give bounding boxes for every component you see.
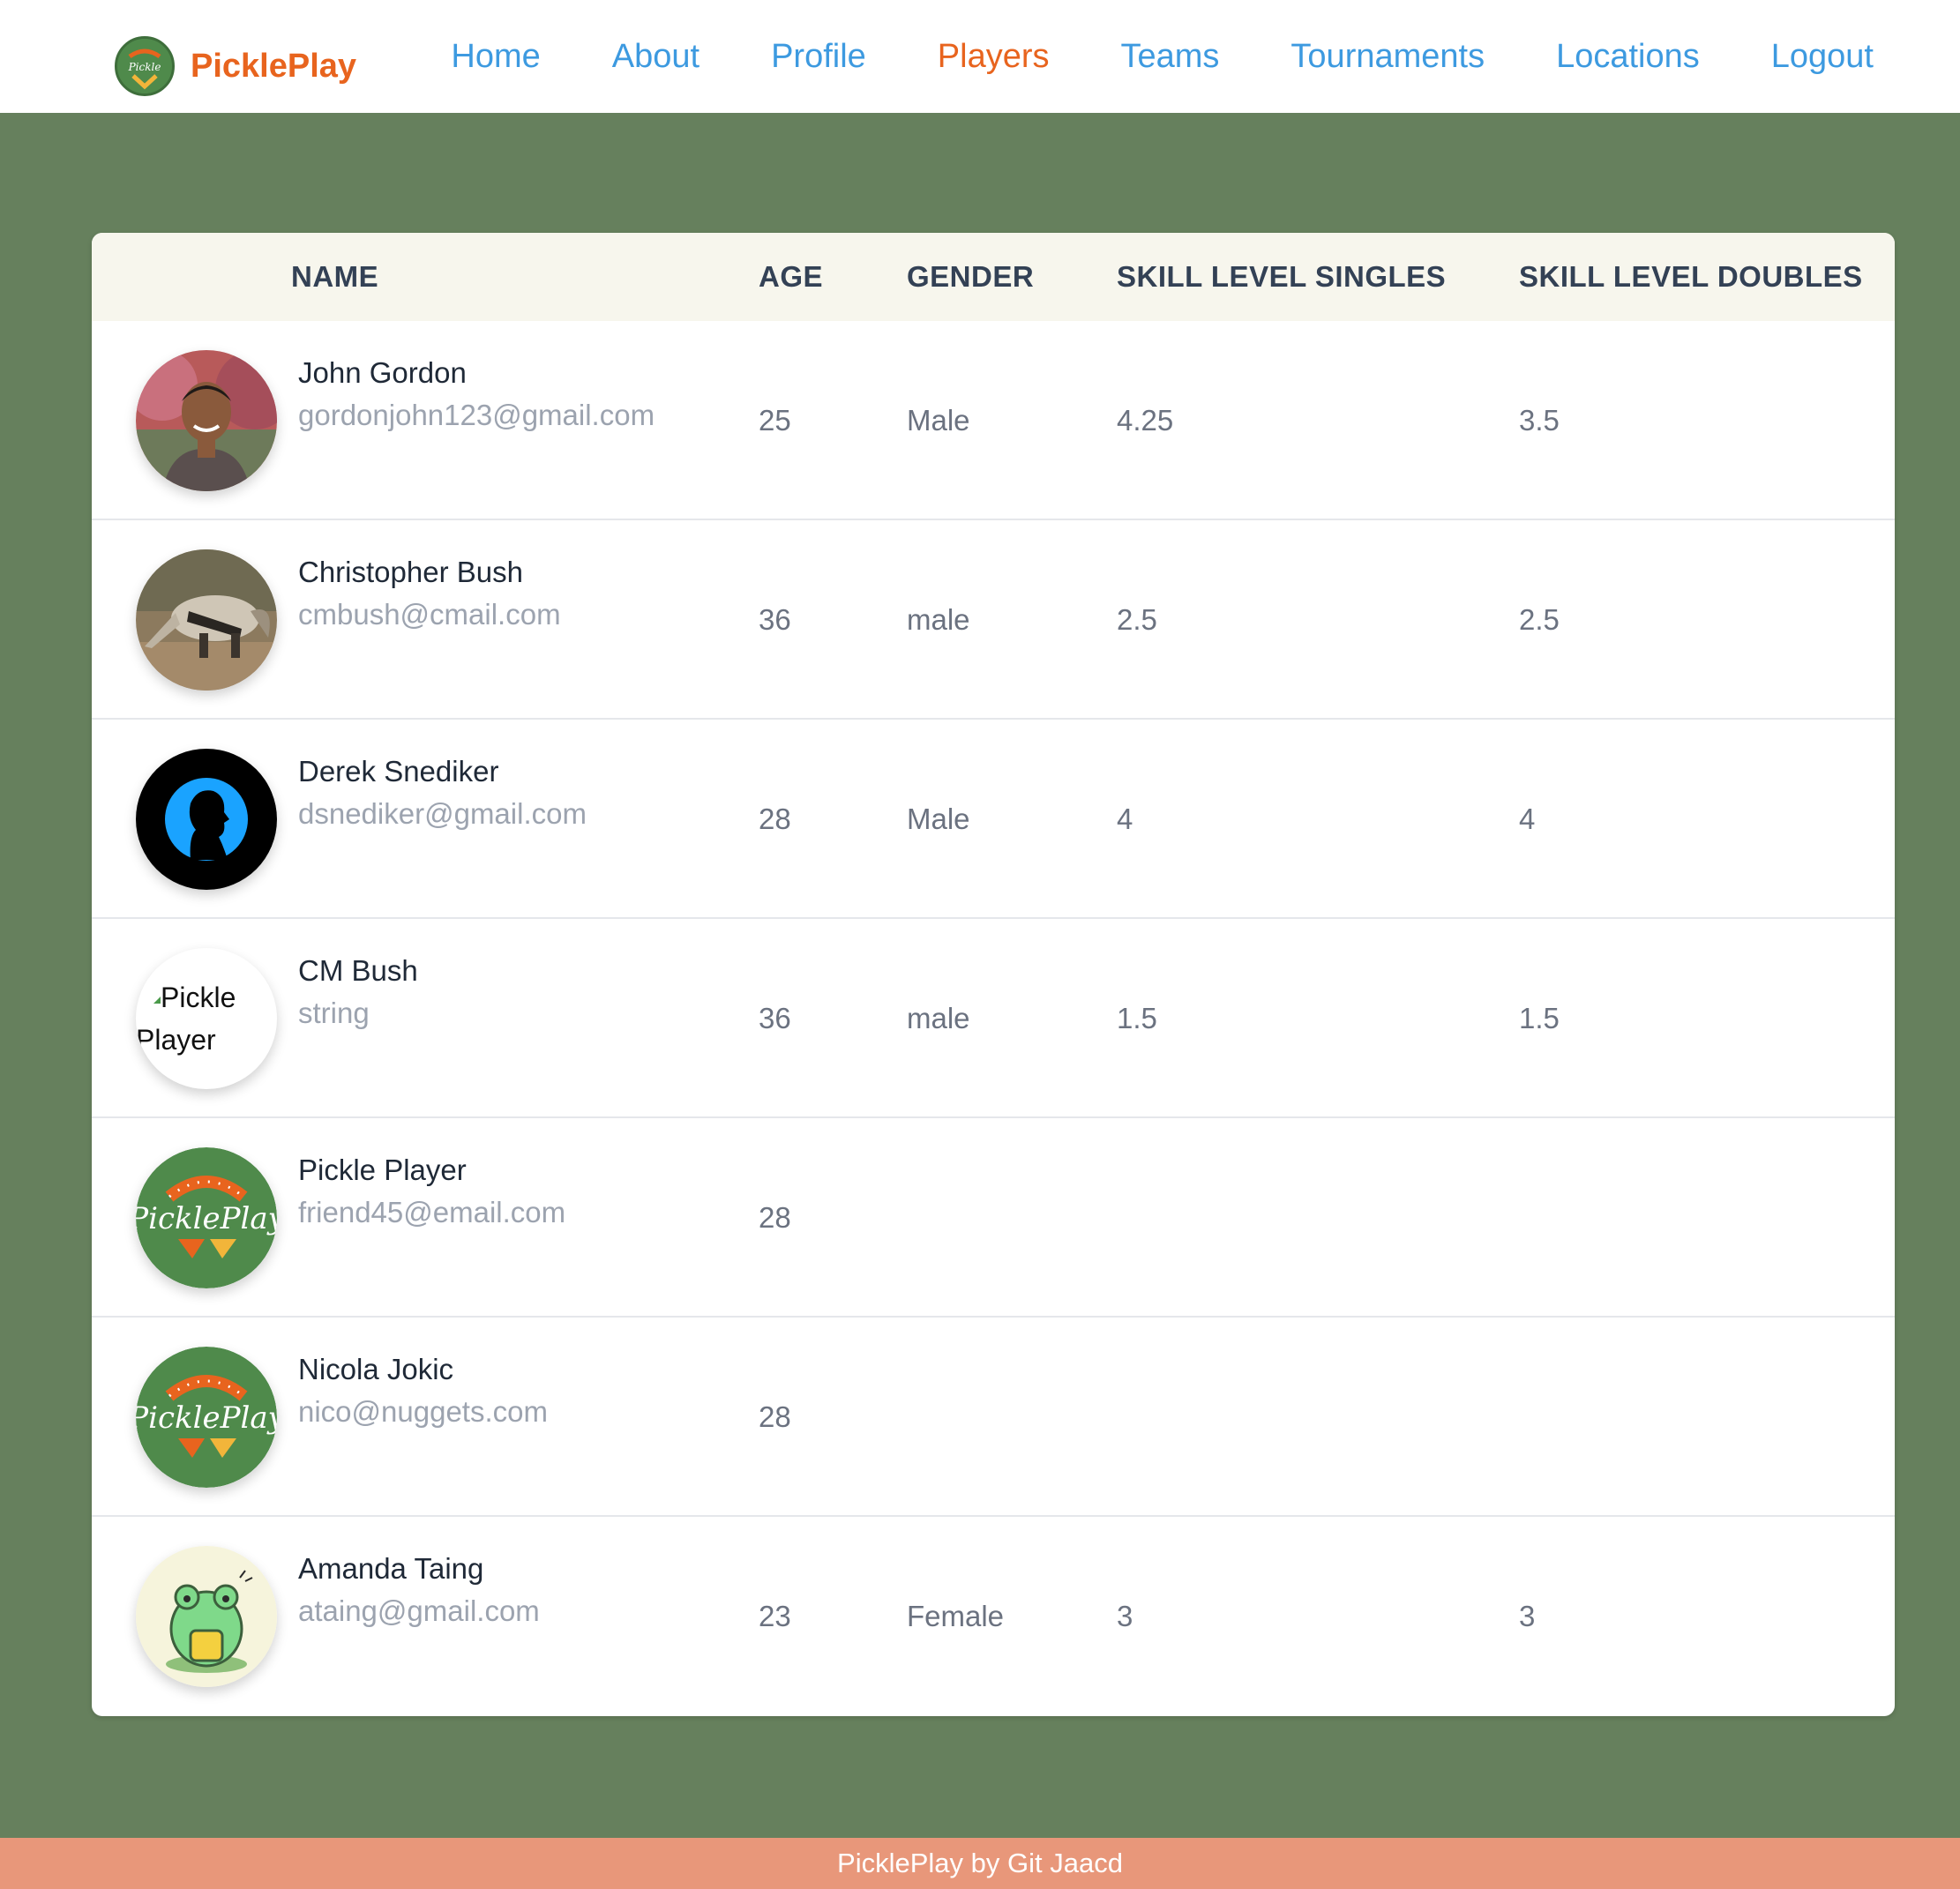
- anteater-avatar: [136, 549, 277, 691]
- player-name: Pickle Player: [298, 1154, 467, 1186]
- player-name: Nicola Jokic: [298, 1353, 454, 1385]
- brand[interactable]: Pickle PicklePlay: [115, 36, 356, 96]
- nav-link-logout[interactable]: Logout: [1771, 38, 1874, 76]
- footer: PicklePlay by Git Jaacd: [0, 1838, 1960, 1889]
- players-table: NAME AGE GENDER SKILL LEVEL SINGLES SKIL…: [92, 233, 1895, 1716]
- nav-link-players[interactable]: Players: [938, 38, 1050, 76]
- svg-text:PicklePlay: PicklePlay: [136, 1201, 277, 1236]
- pickleplay-logo-avatar: PicklePlay: [136, 1147, 277, 1288]
- broken-image-avatar: Pickle Player: [136, 948, 277, 1089]
- player-gender: male: [907, 1002, 970, 1034]
- nav-link-locations[interactable]: Locations: [1556, 38, 1700, 76]
- player-email: gordonjohn123@gmail.com: [298, 399, 655, 431]
- silhouette-avatar: [136, 749, 277, 890]
- player-name: CM Bush: [298, 954, 418, 987]
- player-name: Derek Snediker: [298, 755, 499, 788]
- pickleplay-logo-icon: Pickle: [115, 36, 175, 96]
- player-age: 25: [759, 404, 791, 437]
- nav-link-teams[interactable]: Teams: [1121, 38, 1220, 76]
- table-header: NAME AGE GENDER SKILL LEVEL SINGLES SKIL…: [92, 233, 1895, 321]
- column-header-name: NAME: [291, 260, 379, 293]
- player-age: 28: [759, 1400, 791, 1433]
- svg-text:PicklePlay: PicklePlay: [136, 1400, 277, 1436]
- player-email: ataing@gmail.com: [298, 1594, 540, 1627]
- player-gender: Male: [907, 404, 970, 437]
- nav-link-profile[interactable]: Profile: [771, 38, 866, 76]
- player-age: 28: [759, 803, 791, 835]
- table-row[interactable]: Derek Snediker dsnediker@gmail.com 28 Ma…: [92, 720, 1895, 919]
- player-age: 28: [759, 1201, 791, 1234]
- player-age: 23: [759, 1600, 791, 1632]
- top-navbar: Pickle PicklePlay Home About Profile Pla…: [0, 0, 1960, 113]
- player-skill-doubles: 3.5: [1519, 404, 1560, 437]
- column-header-age: AGE: [759, 260, 824, 293]
- player-skill-singles: 2.5: [1117, 603, 1157, 636]
- player-name: John Gordon: [298, 356, 467, 389]
- nav-link-about[interactable]: About: [612, 38, 699, 76]
- player-skill-singles: 3: [1117, 1600, 1133, 1632]
- player-email: friend45@email.com: [298, 1196, 566, 1228]
- table-row[interactable]: PicklePlay Pickle Player friend45@email.…: [92, 1118, 1895, 1318]
- player-gender: Male: [907, 803, 970, 835]
- player-skill-doubles: 3: [1519, 1600, 1536, 1632]
- svg-text:Pickle: Pickle: [128, 61, 161, 73]
- player-skill-singles: 1.5: [1117, 1002, 1157, 1034]
- player-skill-doubles: 1.5: [1519, 1002, 1560, 1034]
- table-row[interactable]: PicklePlay Nicola Jokic nico@nuggets.com…: [92, 1318, 1895, 1517]
- player-email: nico@nuggets.com: [298, 1395, 548, 1428]
- player-skill-doubles: 2.5: [1519, 603, 1560, 636]
- player-email: cmbush@cmail.com: [298, 598, 561, 631]
- brand-name: PicklePlay: [191, 47, 357, 85]
- player-skill-singles: 4: [1117, 803, 1133, 835]
- column-header-gender: GENDER: [907, 260, 1035, 293]
- player-name: Amanda Taing: [298, 1552, 484, 1585]
- pickleplay-logo-avatar: PicklePlay: [136, 1347, 277, 1488]
- table-row[interactable]: John Gordon gordonjohn123@gmail.com 25 M…: [92, 321, 1895, 520]
- table-row[interactable]: Amanda Taing ataing@gmail.com 23 Female …: [92, 1517, 1895, 1716]
- player-email: string: [298, 997, 370, 1029]
- nav-links: Home About Profile Players Teams Tournam…: [451, 0, 1874, 113]
- photo-man-avatar: [136, 350, 277, 491]
- frog-avatar: [136, 1546, 277, 1687]
- broken-image-alt-text: Pickle Player: [136, 982, 236, 1056]
- footer-text: PicklePlay by Git Jaacd: [837, 1848, 1123, 1878]
- nav-link-home[interactable]: Home: [451, 38, 540, 76]
- table-row[interactable]: Christopher Bush cmbush@cmail.com 36 mal…: [92, 520, 1895, 720]
- player-email: dsnediker@gmail.com: [298, 797, 587, 830]
- column-header-skill-doubles: SKILL LEVEL DOUBLES: [1519, 260, 1863, 293]
- nav-link-tournaments[interactable]: Tournaments: [1290, 38, 1485, 76]
- table-row[interactable]: Pickle Player CM Bush string 36 male 1.5…: [92, 919, 1895, 1118]
- player-skill-doubles: 4: [1519, 803, 1536, 835]
- player-skill-singles: 4.25: [1117, 404, 1174, 437]
- player-age: 36: [759, 1002, 791, 1034]
- column-header-skill-singles: SKILL LEVEL SINGLES: [1117, 260, 1447, 293]
- player-name: Christopher Bush: [298, 556, 523, 588]
- player-gender: male: [907, 603, 970, 636]
- player-gender: Female: [907, 1600, 1005, 1632]
- player-age: 36: [759, 603, 791, 636]
- broken-image-icon: [153, 996, 161, 1004]
